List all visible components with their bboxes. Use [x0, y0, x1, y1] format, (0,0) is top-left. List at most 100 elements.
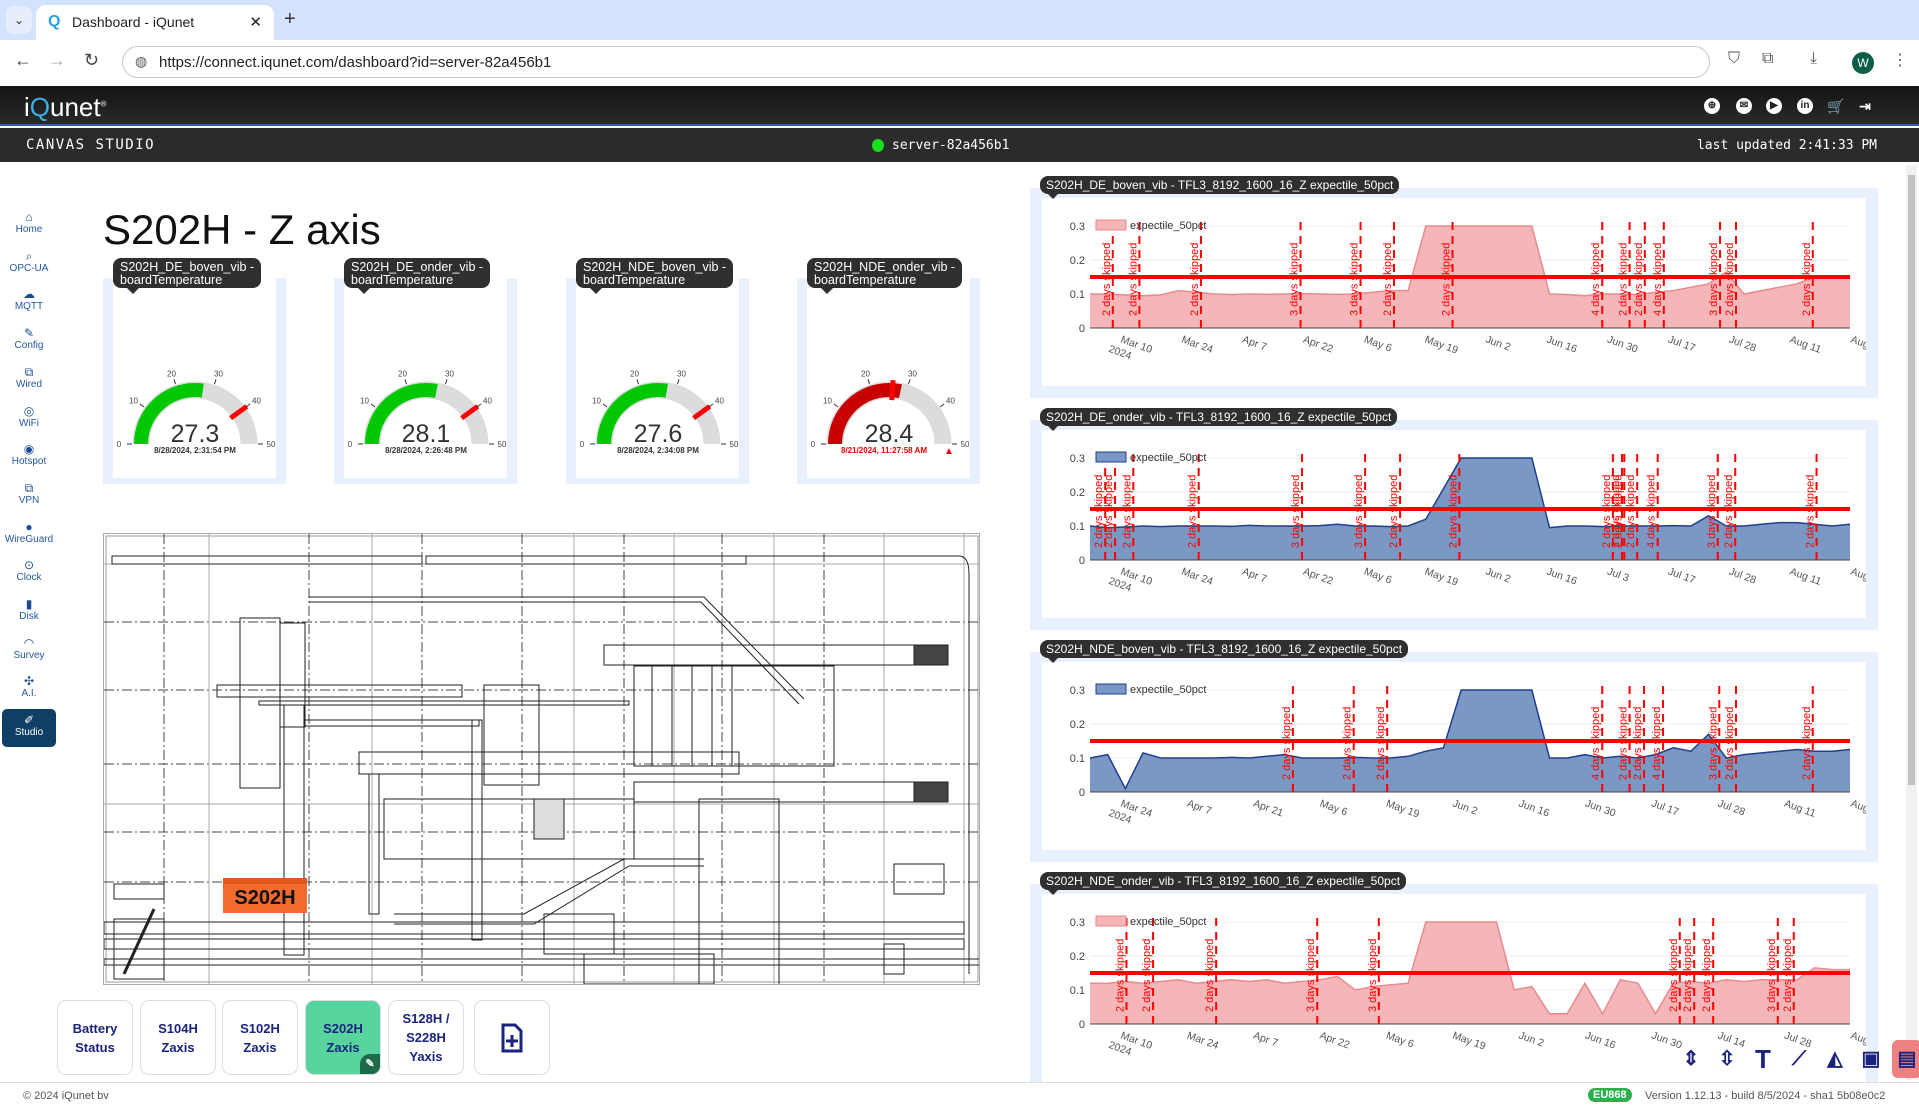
sidebar-item-wireguard[interactable]: ● WireGuard [2, 516, 56, 554]
sidebar-item-label: WiFi [19, 417, 39, 429]
vpn-icon: ⧉ [24, 480, 34, 495]
legend-label: expectile_50pct [1130, 452, 1206, 464]
sidebar-item-wired[interactable]: ⧉ Wired [2, 361, 56, 399]
sidebar-item-clock[interactable]: ⊙ Clock [2, 554, 56, 592]
layout-drawing-svg [104, 534, 979, 984]
chart-panel[interactable]: 0 0.1 0.2 0.3 2 days skipped 2 days skipped 2 … [1030, 188, 1878, 398]
browser-tab[interactable]: Q Dashboard - iQunet ✕ [36, 5, 274, 40]
sidebar-item-label: MQTT [14, 301, 44, 313]
ublock-icon[interactable]: ⛉ [1728, 50, 1740, 68]
close-tab-icon[interactable]: ✕ [249, 13, 262, 31]
y-tick-label: 0.2 [1070, 487, 1085, 499]
browser-menu-icon[interactable]: ⋮ [1892, 50, 1908, 70]
tab-search-button[interactable]: ⌄ [6, 6, 32, 34]
gauge-tick-label: 50 [961, 440, 970, 449]
sidebar-item-a-i[interactable]: ✣ A.I. [2, 670, 56, 708]
gap-label: 2 days skipped [1141, 939, 1153, 1012]
sidebar: ⌂ Home ⌕ OPC-UA ☁ MQTT ✎ Config ⧉ Wired ◎ WiFi ◉ Hots… [0, 162, 60, 1082]
x-tick-label: Mar 242024 [1107, 795, 1154, 832]
gauge-card[interactable]: 0 10 20 30 40 50 27.3 8/28/2024, 2:31:54 PM [103, 278, 286, 484]
sidebar-item-mqtt[interactable]: ☁ MQTT [2, 283, 56, 321]
sidebar-item-home[interactable]: ⌂ Home [2, 206, 56, 244]
sidebar-item-hotspot[interactable]: ◉ Hotspot [2, 438, 56, 476]
dashboard-button-s202h-zaxis[interactable]: S202H Zaxis ✎ [305, 1000, 381, 1075]
line-icon[interactable]: ⟋ [1784, 1040, 1814, 1078]
sidebar-item-config[interactable]: ✎ Config [2, 322, 56, 360]
sidebar-item-opc-ua[interactable]: ⌕ OPC-UA [2, 245, 56, 283]
region-badge: EU868 [1588, 1088, 1632, 1102]
new-tab-button[interactable]: + [284, 8, 296, 31]
gap-label: 2 days skipped [1127, 243, 1139, 316]
align-bottom-icon[interactable]: ⇳ [1712, 1040, 1742, 1078]
gap-label: 3 days skipped [1305, 939, 1317, 1012]
sidebar-item-label: Config [14, 340, 44, 352]
back-button[interactable]: ← [14, 50, 32, 71]
globe-icon[interactable]: ⊕ [1704, 98, 1720, 114]
x-tick-label: Aug 11 [1788, 334, 1823, 356]
reload-button[interactable]: ↻ [84, 50, 99, 71]
gap-label: 2 days skipped [1801, 707, 1813, 780]
gap-label: 2 days skipped [1618, 243, 1630, 316]
gauge-card[interactable]: 0 10 20 30 40 50 27.6 8/28/2024, 2:34:08 PM [566, 278, 749, 484]
gauge-timestamp: 8/28/2024, 2:31:54 PM [154, 446, 236, 455]
x-tick-label: Apr 22 [1318, 1030, 1351, 1052]
dashboard-button-label: S104H Zaxis [158, 1020, 198, 1055]
edit-icon[interactable]: ✎ [360, 1054, 380, 1074]
logout-icon[interactable]: ⇥ [1857, 98, 1873, 114]
gap-label: 2 days skipped [1281, 707, 1293, 780]
mqtt-icon: ☁ [23, 287, 35, 302]
gauge-tick [907, 379, 911, 385]
sidebar-item-label: OPC-UA [9, 262, 49, 274]
sidebar-item-vpn[interactable]: ⧉ VPN [2, 477, 56, 515]
gauge-tick-label: 0 [117, 440, 122, 449]
download-icon[interactable]: ⤓ [1810, 50, 1817, 68]
mail-icon[interactable]: ✉ [1736, 98, 1752, 114]
youtube-icon[interactable]: ▶ [1766, 98, 1782, 114]
dashboard-button-s102h-zaxis[interactable]: S102H Zaxis [222, 1000, 298, 1075]
add-dashboard-button[interactable] [474, 1000, 550, 1075]
address-bar[interactable]: ◍ https://connect.iqunet.com/dashboard?i… [122, 46, 1710, 78]
text-icon[interactable]: T [1748, 1040, 1778, 1078]
sidebar-item-studio[interactable]: ✐ Studio [2, 709, 56, 748]
image-icon[interactable]: ▣ [1856, 1040, 1886, 1078]
asset-label-s202h[interactable]: S202H [223, 878, 307, 913]
chart-panel[interactable]: 0 0.1 0.2 0.3 2 days skipped 2 days skipped 2 … [1030, 652, 1878, 862]
gauge-dial: 0 10 20 30 40 50 28.18/28/2024, 2:26:48 PM [348, 370, 507, 455]
forward-button[interactable]: → [48, 50, 66, 71]
gauge-tick [602, 403, 608, 408]
gauge-tick-label: 20 [398, 370, 407, 379]
cart-icon[interactable]: 🛒 [1827, 98, 1844, 114]
site-info-icon[interactable]: ◍ [135, 53, 147, 70]
profile-avatar[interactable]: W [1852, 52, 1874, 74]
gauge-tick-label: 50 [498, 440, 507, 449]
dashboard-button-s128h-s228h-yaxis[interactable]: S128H / S228H Yaxis [388, 1000, 464, 1075]
sidebar-item-disk[interactable]: ▮ Disk [2, 593, 56, 631]
gauge-tick [708, 403, 714, 408]
y-tick-label: 0 [1079, 1019, 1085, 1031]
scrollbar-thumb[interactable] [1908, 175, 1915, 785]
sidebar-item-survey[interactable]: ◠ Survey [2, 632, 56, 670]
gauge-tick-label: 20 [861, 370, 870, 379]
iqunet-logo[interactable]: iQunet® [24, 92, 107, 123]
dashboard-button-s104h-zaxis[interactable]: S104H Zaxis [140, 1000, 216, 1075]
x-tick-label: May 19 [1423, 334, 1460, 357]
sidebar-item-wifi[interactable]: ◎ WiFi [2, 400, 56, 438]
x-tick-label: Mar 24 [1180, 566, 1215, 589]
dashboard-button-battery-status[interactable]: Battery Status [57, 1000, 133, 1075]
gauge-card[interactable]: 0 10 20 30 40 50 28.1 8/28/2024, 2:26:48 PM [334, 278, 517, 484]
chart-svg: 00.10.20.32 days skipped2 days skipped2 … [1070, 915, 1866, 1058]
save-icon[interactable]: ▤ [1892, 1040, 1919, 1078]
linkedin-icon[interactable]: in [1797, 98, 1813, 114]
area-chart-icon[interactable]: ◭ [1820, 1040, 1850, 1078]
chart-panel[interactable]: 0 0.1 0.2 0.3 2 days skipped 2 days skipped 2 … [1030, 420, 1878, 630]
x-tick-label: Jun 2 [1484, 334, 1512, 354]
align-top-icon[interactable]: ⇕ [1676, 1040, 1706, 1078]
sidebar-item-label: VPN [18, 494, 40, 506]
server-status-indicator [872, 139, 884, 152]
extensions-icon[interactable]: ⧉ [1762, 50, 1773, 68]
gauge-card[interactable]: 0 10 20 30 40 50 28.4 8/21/2024, 11:27:58 AM ▲ [797, 278, 980, 484]
gauge-tick [370, 403, 376, 408]
gap-label: 3 days skipped [1706, 475, 1718, 548]
gap-label: 2 days skipped [1382, 243, 1394, 316]
plant-layout-drawing[interactable] [103, 533, 980, 985]
